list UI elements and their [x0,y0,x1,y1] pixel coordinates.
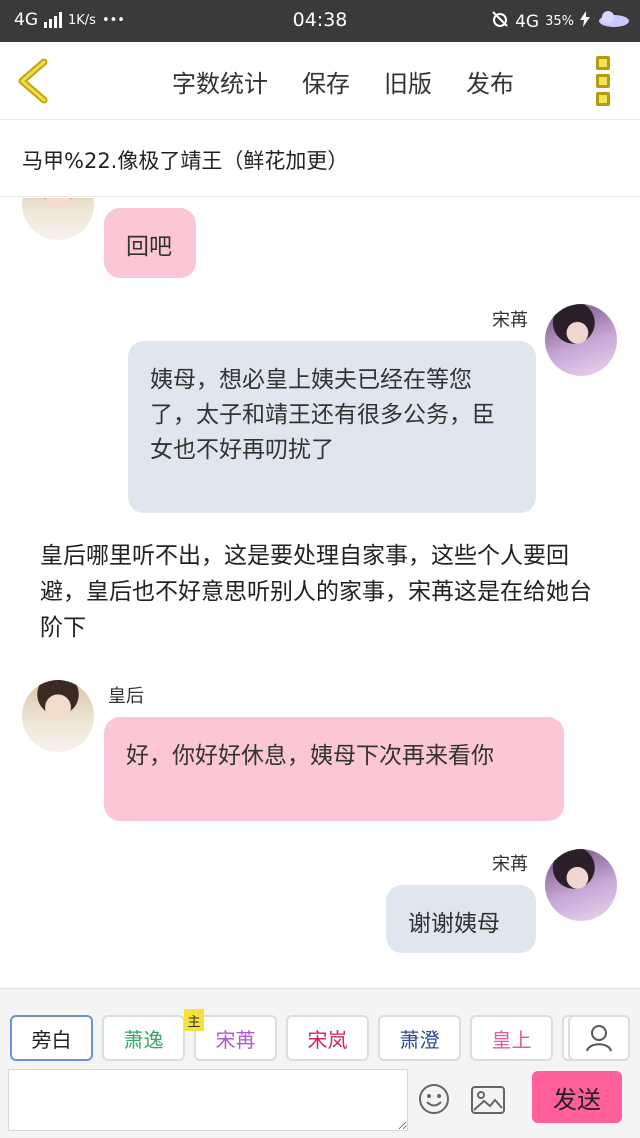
alarm-off-icon [491,10,509,33]
character-chip-xiaoyi[interactable]: 萧逸 [102,1015,185,1061]
save-button[interactable]: 保存 [302,64,350,99]
narration-text[interactable]: 皇后哪里听不出，这是要处理自家事，这些个人要回避，皇后也不好意思听别人的家事，宋… [40,538,600,646]
avatar[interactable] [22,680,94,752]
sender-name: 宋苒 [492,310,528,331]
avatar[interactable] [22,198,94,240]
character-chip-songlan[interactable]: 宋岚 [286,1015,369,1061]
message-bubble[interactable]: 好，你好好休息，姨母下次再来看你 [104,717,564,821]
main-role-badge: 主 [184,1009,204,1031]
old-version-button[interactable]: 旧版 [384,64,432,99]
top-bar: 字数统计 保存 旧版 发布 [0,42,640,120]
sender-name: 皇后 [108,686,144,707]
sender-name: 宋苒 [492,854,528,875]
character-selector: 旁白 萧逸 主 宋苒 宋岚 萧澄 皇上 [10,1009,592,1061]
word-count-button[interactable]: 字数统计 [172,64,268,99]
publish-button[interactable]: 发布 [466,64,514,99]
message-bubble[interactable]: 回吧 [104,208,196,278]
person-icon [586,1025,612,1052]
character-chip-label: 宋苒 [215,1027,256,1052]
message-bubble[interactable]: 谢谢姨母 [386,885,536,953]
character-chip-xiaocheng[interactable]: 萧澄 [378,1015,461,1061]
more-menu-icon[interactable] [596,56,612,106]
message-input[interactable] [8,1069,408,1131]
emoji-icon[interactable] [418,1083,450,1115]
send-button[interactable]: 发送 [532,1071,622,1123]
avatar[interactable] [545,304,617,376]
chat-area[interactable]: 回吧 宋苒 姨母，想必皇上姨夫已经在等您了，太子和靖王还有很多公务，臣女也不好再… [0,198,640,988]
network-indicator-right: 4G [515,11,540,32]
character-manage-button[interactable] [568,1015,630,1061]
battery-percent: 35% [545,14,574,29]
status-bar: 4G 1K/s ••• 04:38 4G 35% [0,0,640,42]
avatar[interactable] [545,849,617,921]
chevron-left-icon [18,58,48,104]
weather-icon [596,10,630,33]
composer: 旁白 萧逸 主 宋苒 宋岚 萧澄 皇上 发送 [0,988,640,1138]
story-title: 马甲%22.像极了靖王（鲜花加更） [0,121,640,197]
character-chip-narrator[interactable]: 旁白 [10,1015,93,1061]
back-button[interactable] [14,58,54,104]
image-icon[interactable] [471,1086,505,1114]
character-chip-emperor[interactable]: 皇上 [470,1015,553,1061]
message-bubble[interactable]: 姨母，想必皇上姨夫已经在等您了，太子和靖王还有很多公务，臣女也不好再叨扰了 [128,341,536,513]
charging-icon [580,11,590,32]
character-chip-songran[interactable]: 主 宋苒 [184,1009,277,1061]
